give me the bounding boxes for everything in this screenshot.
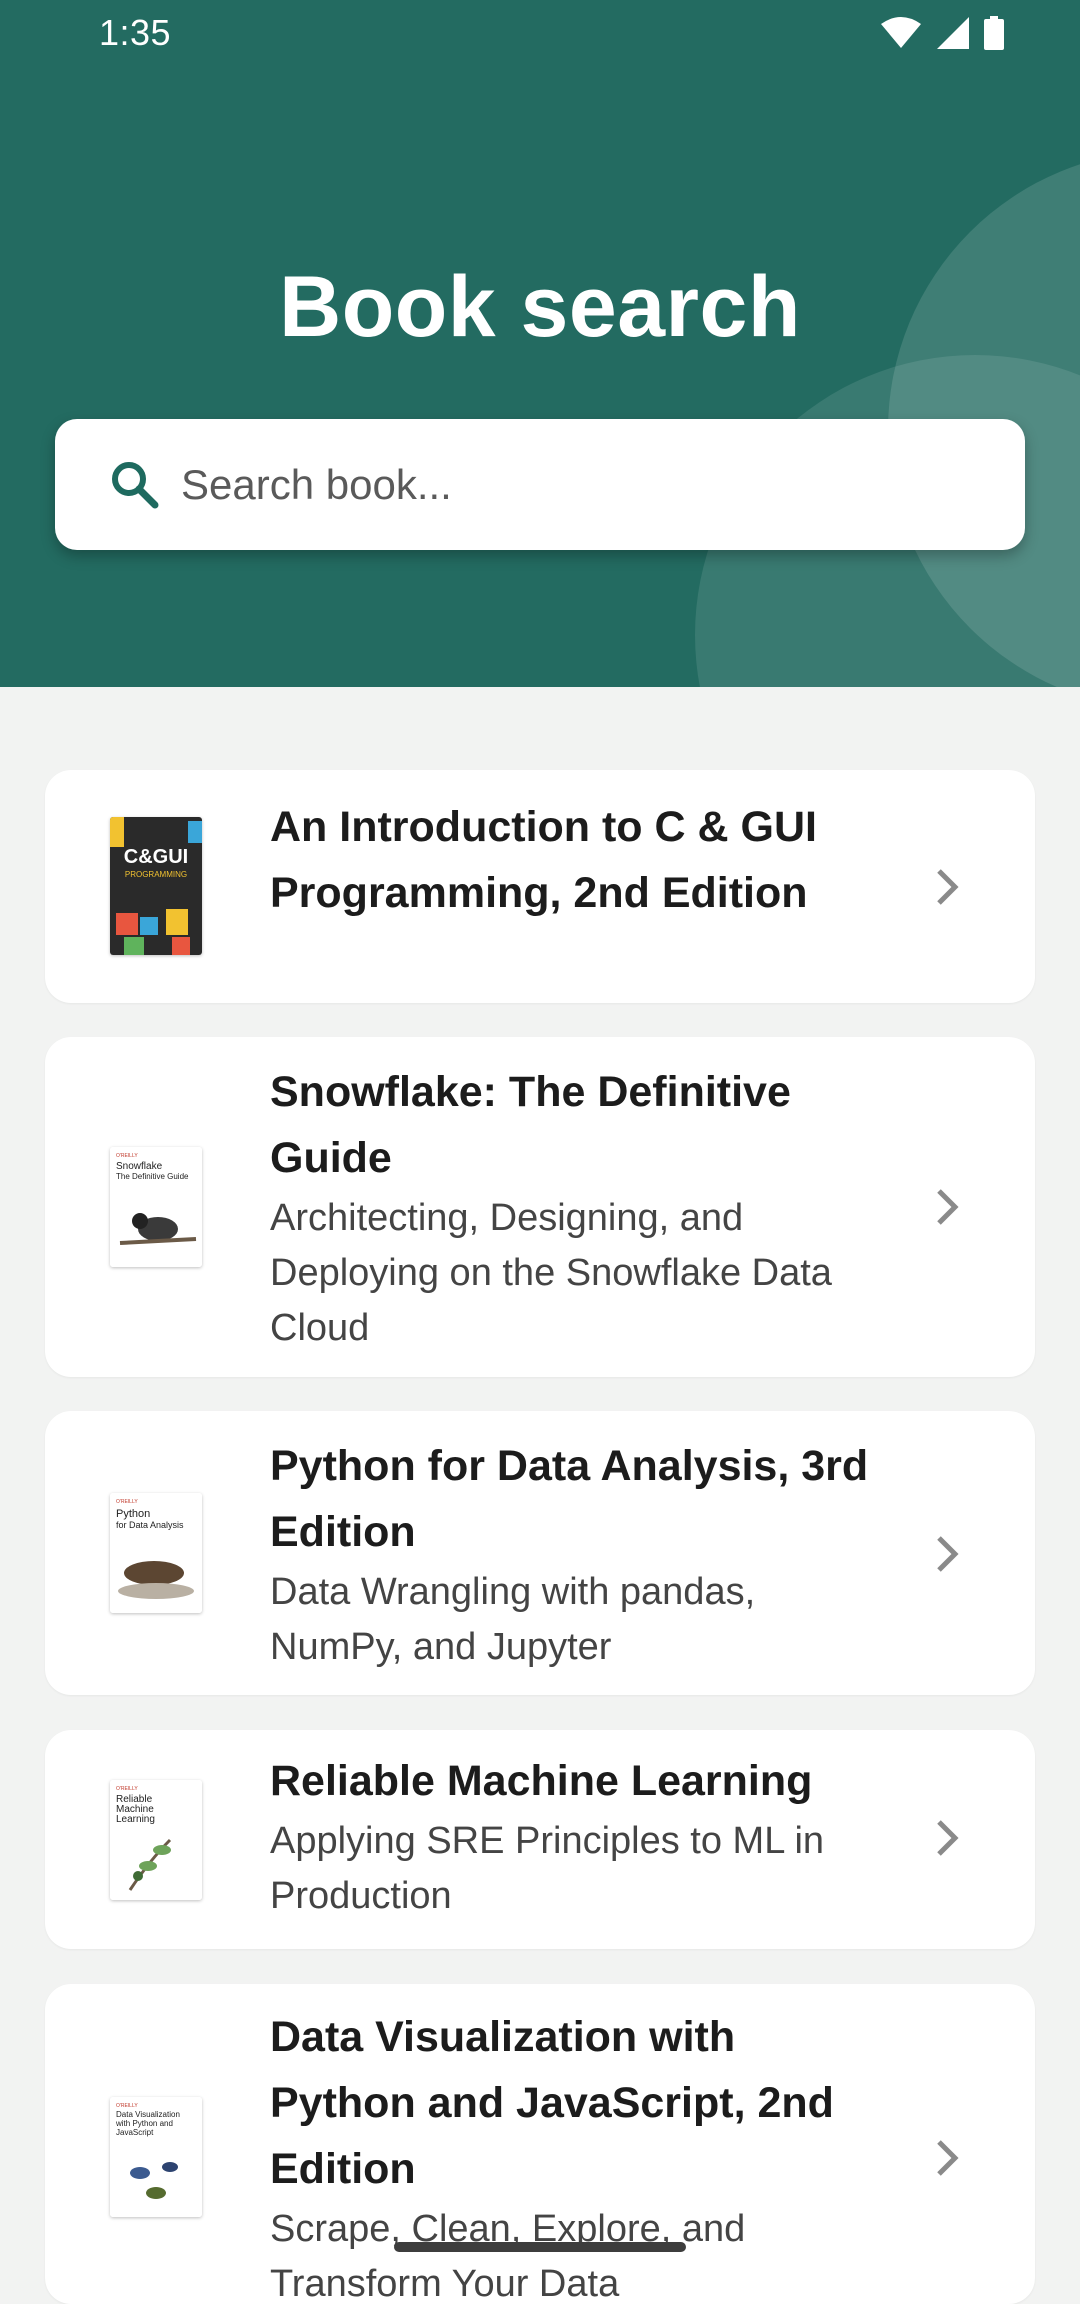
book-cover-python-icon: O'REILLY Python for Data Analysis [110,1493,202,1613]
svg-text:Learning: Learning [116,1814,155,1825]
svg-text:with Python and: with Python and [115,2119,173,2128]
svg-text:for Data Analysis: for Data Analysis [116,1520,184,1530]
header: 1:35 Book search [0,0,1080,687]
wifi-icon [881,17,921,48]
chevron-right-icon [937,869,959,905]
chevron-right-icon [937,1189,959,1225]
book-list-item[interactable]: O'REILLY Data Visualization with Python … [45,1984,1035,2304]
book-subtitle: Data Wrangling with pandas, NumPy, and J… [270,1571,756,1668]
book-cover-snowflake-icon: O'REILLY Snowflake The Definitive Guide [110,1147,202,1267]
svg-text:PROGRAMMING: PROGRAMMING [125,870,187,879]
svg-text:Snowflake: Snowflake [116,1161,163,1172]
chevron-right-icon [937,2140,959,2176]
book-subtitle: Architecting, Designing, and Deploying o… [270,1197,832,1349]
status-time: 1:35 [99,12,172,53]
svg-text:O'REILLY: O'REILLY [116,2103,138,2109]
book-list-item[interactable]: O'REILLY Snowflake The Definitive Guide … [45,1037,1035,1377]
book-cover-c-gui-icon: C&GUI PROGRAMMING [110,817,202,955]
chevron-right-icon [937,1536,959,1572]
chevron-right-icon [937,1820,959,1856]
book-cover-data-viz-icon: O'REILLY Data Visualization with Python … [110,2097,202,2217]
page-title: Book search [279,259,801,355]
battery-icon [984,16,1004,50]
book-subtitle: Applying SRE Principles to ML in Product… [270,1820,825,1917]
book-title: An Introduction to C & GUI Programming, … [270,803,817,917]
svg-text:Data Visualization: Data Visualization [116,2110,180,2119]
book-title: Data Visualization with Python and JavaS… [270,2013,834,2193]
search-bar[interactable] [55,419,1025,550]
search-icon [112,462,159,509]
book-title: Python for Data Analysis, 3rd Edition [270,1442,869,1556]
svg-text:O'REILLY: O'REILLY [116,1153,138,1159]
book-list-item[interactable]: O'REILLY Reliable Machine Learning Relia… [45,1730,1035,1949]
book-list-item[interactable]: C&GUI PROGRAMMING An Introduction to C &… [45,770,1035,1003]
book-title: Snowflake: The Definitive Guide [270,1068,791,1182]
book-list-item[interactable]: O'REILLY Python for Data Analysis Python… [45,1411,1035,1695]
book-cover-reliable-ml-icon: O'REILLY Reliable Machine Learning [110,1780,202,1900]
svg-text:The Definitive Guide: The Definitive Guide [116,1172,189,1181]
book-title: Reliable Machine Learning [270,1757,813,1805]
home-indicator[interactable] [394,2242,686,2252]
search-input[interactable] [179,449,983,521]
status-bar: 1:35 [0,0,1080,66]
svg-text:O'REILLY: O'REILLY [116,1499,138,1505]
svg-text:JavaScript: JavaScript [116,2128,154,2137]
svg-text:C&GUI: C&GUI [124,846,188,868]
svg-text:O'REILLY: O'REILLY [116,1786,138,1792]
svg-text:Python: Python [116,1508,150,1520]
book-subtitle: Scrape, Clean, Explore, and Transform Yo… [270,2208,746,2304]
signal-icon [937,17,969,49]
